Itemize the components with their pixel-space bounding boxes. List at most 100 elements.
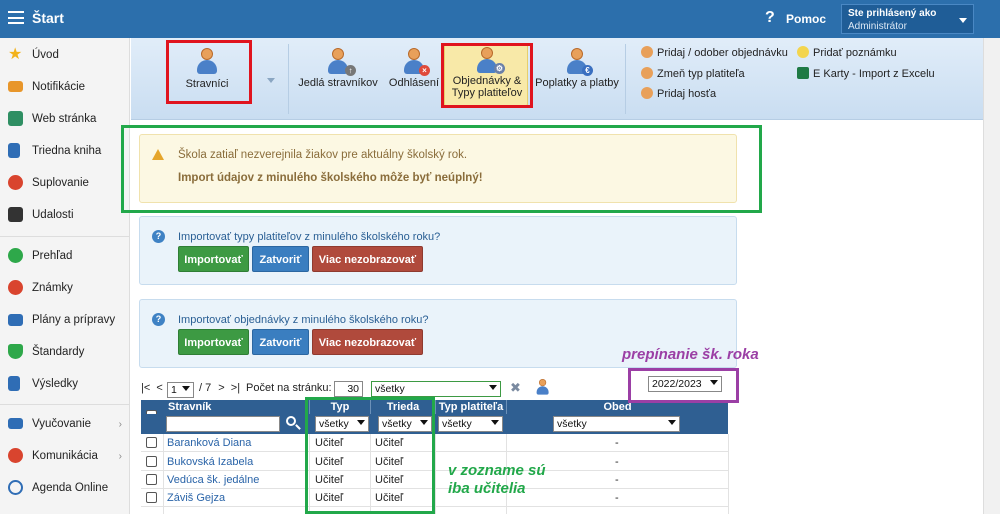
hide-types-button[interactable]: Viac nezobrazovať <box>312 246 423 272</box>
obed-filter-value: všetky <box>557 418 587 430</box>
typ-platitela-filter-value: všetky <box>442 418 472 430</box>
row-obed: - <box>615 492 619 504</box>
row-name-link[interactable]: Vedúca šk. jedálne <box>167 474 259 486</box>
page-select[interactable]: 1 <box>167 382 194 398</box>
zmen-typ-link[interactable]: Zmeň typ platiteľa <box>641 67 745 80</box>
sidebar-item-web[interactable]: Web stránka <box>0 104 130 134</box>
sidebar-item-vyucovanie[interactable]: Vyučovanie › <box>0 409 130 439</box>
last-page-link[interactable]: >| <box>231 382 240 394</box>
sidebar-item-suplovanie[interactable]: Suplovanie <box>0 168 130 198</box>
question-icon: ? <box>152 230 165 243</box>
odhlaseni-label: Odhlásení <box>388 77 440 89</box>
sidebar-item-notifikacie[interactable]: Notifikácie <box>0 72 130 102</box>
annotation-year-switch: prepínanie šk. roka <box>622 346 759 363</box>
sidebar-item-vysledky[interactable]: Výsledky <box>0 369 130 399</box>
name-search-input[interactable] <box>166 416 280 432</box>
next-page-link[interactable]: > <box>218 382 224 394</box>
row-name-link[interactable]: Bukovská Izabela <box>167 456 253 468</box>
ekarty-link[interactable]: E Karty - Import z Excelu <box>797 67 935 80</box>
help-link[interactable]: Pomoc <box>786 12 826 26</box>
sidebar-item-agenda[interactable]: Agenda Online <box>0 473 130 503</box>
prev-page-link[interactable]: < <box>156 382 162 394</box>
sidebar-item-komunikacia[interactable]: Komunikácia › <box>0 441 130 471</box>
chat-icon <box>8 448 23 463</box>
sidebar-item-label: Notifikácie <box>32 81 86 93</box>
sidebar-item-uvod[interactable]: ★ Úvod <box>0 40 130 70</box>
row-checkbox[interactable] <box>146 474 157 485</box>
menu-icon[interactable] <box>8 11 24 24</box>
sidebar-item-plany[interactable]: Plány a prípravy <box>0 305 130 335</box>
import-types-prompt: ? Importovať typy platiteľov z minulého … <box>139 216 737 285</box>
sidebar-item-prehlad[interactable]: Prehľad <box>0 241 130 271</box>
sidebar-item-udalosti[interactable]: Udalosti <box>0 200 130 230</box>
sidebar-item-label: Výsledky <box>32 378 79 390</box>
filter-select[interactable]: všetky <box>371 381 501 397</box>
highlight-school-year <box>628 368 739 403</box>
person-add-icon[interactable] <box>536 379 549 396</box>
sidebar-divider <box>0 404 130 405</box>
sidebar-divider <box>0 236 130 237</box>
row-name-link[interactable]: Záviš Gejza <box>167 492 225 504</box>
first-page-link[interactable]: |< <box>141 382 150 394</box>
envelope-icon <box>8 81 23 92</box>
sidebar-item-triedna-kniha[interactable]: Triedna kniha <box>0 136 130 166</box>
jedla-stravnikov-button[interactable]: ↑ Jedlá stravníkov <box>296 46 380 106</box>
book-icon <box>8 143 20 158</box>
odhlaseni-button[interactable]: × Odhlásení <box>386 46 442 106</box>
shield-icon <box>8 344 23 359</box>
row-checkbox[interactable] <box>146 456 157 467</box>
typ-platitela-filter-select[interactable]: všetky <box>438 416 503 432</box>
import-types-button[interactable]: Importovať <box>178 246 249 272</box>
close-types-button[interactable]: Zatvoriť <box>252 246 309 272</box>
chevron-down-icon <box>489 385 497 390</box>
per-page-input[interactable]: 30 <box>334 381 363 397</box>
import-orders-button[interactable]: Importovať <box>178 329 249 355</box>
sidebar-item-znamky[interactable]: Známky <box>0 273 130 303</box>
hide-orders-button[interactable]: Viac nezobrazovať <box>312 329 423 355</box>
pridat-poznamku-link[interactable]: Pridať poznámku <box>797 46 897 59</box>
ribbon-toolbar: Stravníci ↑ Jedlá stravníkov × Odhlásení… <box>131 38 983 120</box>
close-orders-button[interactable]: Zatvoriť <box>252 329 309 355</box>
row-name-link[interactable]: Baranková Diana <box>167 437 251 449</box>
search-icon[interactable] <box>285 415 301 431</box>
sidebar-item-label: Vyučovanie <box>32 418 92 430</box>
lightbulb-icon <box>797 46 809 58</box>
user-label: Ste prihlásený ako <box>848 8 937 19</box>
remove-icon: × <box>419 65 430 76</box>
help-icon[interactable]: ? <box>765 9 775 27</box>
briefcase-icon <box>8 314 23 326</box>
zmen-typ-label: Zmeň typ platiteľa <box>657 68 745 80</box>
euro-icon: € <box>582 65 593 76</box>
page-value: 1 <box>171 384 177 396</box>
highlight-warning <box>121 125 762 213</box>
obed-filter-select[interactable]: všetky <box>553 416 680 432</box>
pridaj-hosta-link[interactable]: Pridaj hosťa <box>641 87 716 100</box>
col-stravnik[interactable]: Stravník <box>163 400 309 414</box>
total-pages: / 7 <box>199 382 212 394</box>
page-title[interactable]: Štart <box>32 10 64 26</box>
sidebar-item-standardy[interactable]: Štandardy <box>0 337 130 367</box>
page-scrollbar[interactable] <box>983 38 1000 514</box>
row-checkbox[interactable] <box>146 492 157 503</box>
pridaj-odober-label: Pridaj / odober objednávku <box>657 47 788 59</box>
sidebar-item-label: Známky <box>32 282 73 294</box>
column-divider <box>163 434 164 514</box>
col-typ-platitela[interactable]: Typ platiteľa <box>435 400 506 414</box>
sidebar-item-label: Triedna kniha <box>32 145 102 157</box>
row-checkbox[interactable] <box>146 437 157 448</box>
sidebar-item-label: Udalosti <box>32 209 74 221</box>
row-obed: - <box>615 456 619 468</box>
poplatky-button[interactable]: € Poplatky a platby <box>532 46 622 106</box>
tools-icon[interactable]: ✖ <box>510 381 526 395</box>
highlight-objednavky <box>441 43 533 108</box>
user-role: Administrátor <box>848 21 907 32</box>
filter-value: všetky <box>375 383 405 395</box>
user-dropdown[interactable]: Ste prihlásený ako Administrátor <box>841 4 974 34</box>
pridat-poznamku-label: Pridať poznámku <box>813 47 897 59</box>
pridaj-odober-link[interactable]: Pridaj / odober objednávku <box>641 46 788 59</box>
chevron-down-icon[interactable] <box>267 78 275 83</box>
sidebar-item-label: Prehľad <box>32 250 73 262</box>
person-guest-icon <box>641 87 653 99</box>
calendar-icon <box>8 207 23 222</box>
chevron-down-icon <box>182 386 190 391</box>
